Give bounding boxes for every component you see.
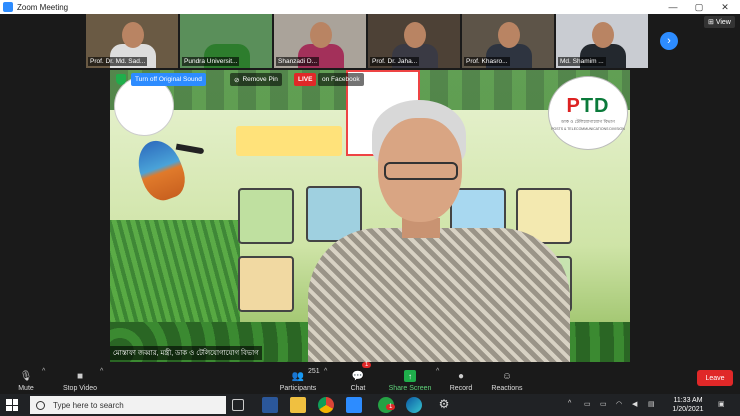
participant-tile[interactable]: Shanzadi D... bbox=[274, 14, 366, 68]
chat-button[interactable]: 💬 Chat bbox=[328, 364, 388, 393]
maximize-icon[interactable]: ▢ bbox=[686, 0, 712, 14]
stop-video-label: Stop Video bbox=[62, 385, 98, 392]
tray-chevron-icon[interactable]: ^ bbox=[568, 400, 571, 407]
clock-time: 11:33 AM bbox=[673, 397, 703, 404]
chat-badge: 1 bbox=[362, 362, 372, 368]
presenter-shirt bbox=[308, 228, 570, 362]
remove-pin-label: Remove Pin bbox=[242, 76, 278, 83]
view-label: View bbox=[715, 19, 731, 26]
share-screen-label: Share Screen bbox=[388, 385, 432, 392]
chrome-icon[interactable] bbox=[318, 397, 334, 413]
settings-gear-icon[interactable]: ⚙ bbox=[436, 397, 452, 413]
participant-tile[interactable]: Pundra Universit... bbox=[180, 14, 272, 68]
share-arrow-icon: ↑ bbox=[404, 370, 416, 382]
clock-date: 1/20/2021 bbox=[672, 406, 704, 413]
participant-name: Prof. Dr. Jaha... bbox=[370, 57, 420, 66]
illustration-tile bbox=[238, 188, 294, 244]
meeting-toolbar: 🎙 Mute ^ ■ Stop Video ^ 👥 Participants 2… bbox=[0, 362, 740, 394]
zoom-taskbar-icon[interactable] bbox=[346, 397, 362, 413]
participant-face bbox=[498, 22, 520, 48]
participants-count: 251 bbox=[308, 368, 320, 375]
live-badge: LIVE bbox=[294, 73, 317, 86]
pin-icon: ⊘ bbox=[234, 76, 240, 84]
minimize-icon[interactable]: — bbox=[660, 0, 686, 14]
smiley-icon: ☺ bbox=[501, 370, 513, 382]
taskbar-search[interactable]: Type here to search bbox=[30, 396, 226, 414]
participant-name: Prof. Khasro... bbox=[464, 57, 510, 66]
zoom-app-icon bbox=[3, 2, 13, 12]
participant-face bbox=[122, 22, 144, 48]
participants-options-caret[interactable]: ^ bbox=[324, 368, 327, 375]
presenter-glasses bbox=[384, 162, 458, 180]
app-badge: 1 bbox=[386, 404, 396, 410]
microphone-icon: 🎙 bbox=[19, 370, 33, 382]
word-icon[interactable] bbox=[262, 397, 278, 413]
participant-tile[interactable]: Prof. Dr. Md. Sad... bbox=[86, 14, 178, 68]
participant-name: Prof. Dr. Md. Sad... bbox=[88, 57, 148, 66]
mute-label: Mute bbox=[18, 385, 34, 392]
live-target[interactable]: on Facebook bbox=[318, 73, 364, 86]
participant-tile[interactable]: Prof. Dr. Jaha... bbox=[368, 14, 460, 68]
record-icon: ● bbox=[457, 370, 465, 382]
network-icon[interactable]: ▭ bbox=[584, 400, 591, 408]
presenter-caption: মোস্তাফা জব্বার, মন্ত্রী, ডাক ও টেলিযোগা… bbox=[110, 346, 262, 360]
wifi-icon[interactable]: ◠ bbox=[616, 400, 622, 408]
reactions-label: Reactions bbox=[491, 385, 523, 392]
participant-face bbox=[310, 22, 332, 48]
logo-letter-t: T bbox=[580, 95, 595, 117]
battery-icon[interactable]: ▭ bbox=[600, 400, 607, 408]
participant-name: Shanzadi D... bbox=[276, 57, 320, 66]
file-explorer-icon[interactable] bbox=[290, 397, 306, 413]
original-sound-button[interactable]: Turn off Original Sound bbox=[131, 73, 206, 86]
video-camera-icon: ■ bbox=[76, 370, 84, 382]
participant-face bbox=[404, 22, 426, 48]
record-label: Record bbox=[449, 385, 473, 392]
windows-start-icon[interactable] bbox=[6, 399, 18, 411]
view-button[interactable]: ⊞ View bbox=[704, 16, 735, 28]
taskbar-clock[interactable]: 11:33 AM 1/20/2021 bbox=[664, 396, 712, 414]
reactions-button[interactable]: ☺ Reactions bbox=[477, 364, 537, 393]
illustration-tile bbox=[238, 256, 294, 312]
language-icon[interactable]: ▤ bbox=[648, 400, 655, 408]
main-video: PTD ডাক ও টেলিযোগাযোগ বিভাগ POSTS & TELE… bbox=[110, 70, 630, 362]
edge-icon[interactable] bbox=[406, 397, 422, 413]
notification-icon[interactable]: ▣ bbox=[718, 400, 725, 408]
mute-button[interactable]: 🎙 Mute bbox=[0, 364, 56, 393]
participant-tile[interactable]: Prof. Khasro... bbox=[462, 14, 554, 68]
volume-icon[interactable]: ◀ bbox=[632, 400, 637, 408]
participant-name: Md. Shamim ... bbox=[558, 57, 606, 66]
logo-letters: PTD bbox=[566, 95, 610, 117]
gallery-next-button[interactable]: › bbox=[660, 32, 678, 50]
leave-button[interactable]: Leave bbox=[697, 370, 733, 386]
gallery-strip: Prof. Dr. Md. Sad... Pundra Universit...… bbox=[86, 14, 648, 68]
window-title: Zoom Meeting bbox=[17, 2, 69, 12]
task-view-icon[interactable] bbox=[232, 399, 244, 411]
participant-face bbox=[592, 22, 614, 48]
search-icon bbox=[36, 400, 45, 410]
window-titlebar: Zoom Meeting — ▢ ✕ bbox=[0, 0, 740, 14]
audio-options-caret[interactable]: ^ bbox=[42, 368, 45, 375]
meeting-area: Prof. Dr. Md. Sad... Pundra Universit...… bbox=[0, 14, 740, 362]
participant-tile[interactable]: Md. Shamim ... bbox=[556, 14, 648, 68]
chat-icon: 💬 bbox=[351, 370, 365, 382]
presenter-video bbox=[308, 100, 570, 362]
participants-icon: 👥 bbox=[291, 370, 305, 382]
participant-name: Pundra Universit... bbox=[182, 57, 240, 66]
shield-icon bbox=[116, 74, 126, 85]
video-options-caret[interactable]: ^ bbox=[100, 368, 103, 375]
participants-label: Participants bbox=[279, 385, 317, 392]
chat-label: Chat bbox=[350, 385, 366, 392]
close-icon[interactable]: ✕ bbox=[712, 0, 738, 14]
windows-taskbar: Type here to search 1 ⚙ ^ ▭ ▭ ◠ ◀ ▤ 11:3… bbox=[0, 394, 740, 416]
search-placeholder: Type here to search bbox=[53, 400, 124, 410]
remove-pin-button[interactable]: ⊘ Remove Pin bbox=[230, 73, 282, 86]
kingfisher-beak bbox=[175, 143, 205, 155]
